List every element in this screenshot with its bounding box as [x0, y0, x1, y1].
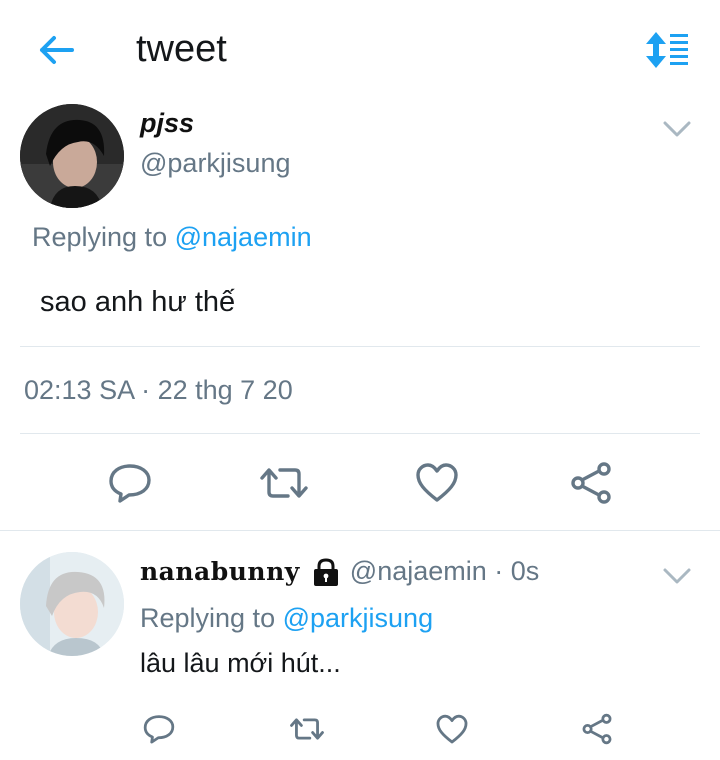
replying-to: Replying to @parkjisung — [140, 603, 433, 634]
avatar[interactable] — [20, 104, 124, 208]
like-button[interactable] — [433, 710, 471, 748]
user-handle[interactable]: @najaemin · 0s — [350, 556, 540, 587]
reply-icon — [109, 464, 151, 503]
avatar-photo — [20, 552, 124, 656]
arrow-left-icon — [40, 36, 74, 64]
top-bar: tweet — [0, 0, 720, 100]
reply-button[interactable] — [106, 460, 154, 506]
retweet-button[interactable] — [256, 460, 312, 506]
chevron-down-icon — [663, 568, 691, 584]
divider — [20, 346, 700, 347]
share-icon — [571, 462, 611, 504]
reply-button[interactable] — [140, 710, 178, 748]
avatar-photo — [20, 104, 124, 208]
like-button[interactable] — [412, 460, 462, 506]
page-title: tweet — [136, 28, 227, 70]
divider — [0, 530, 720, 531]
reply-icon — [143, 715, 175, 744]
retweet-icon — [290, 718, 324, 740]
retweet-icon — [260, 468, 308, 498]
tweet-menu-button[interactable] — [661, 117, 693, 141]
tweet-timestamp: 02:13 SA · 22 thg 7 20 — [24, 375, 293, 405]
mention-link[interactable]: @parkjisung — [283, 603, 433, 633]
retweet-button[interactable] — [287, 710, 327, 748]
replying-to: Replying to @najaemin — [32, 222, 312, 253]
mention-link[interactable]: @najaemin — [175, 222, 312, 252]
tweet-menu-button[interactable] — [661, 564, 693, 588]
tweet-text: lâu lâu mới hút... — [140, 648, 341, 678]
user-handle[interactable]: @parkjisung — [140, 148, 290, 179]
like-icon — [436, 714, 468, 743]
sort-button[interactable] — [644, 30, 692, 70]
divider — [20, 433, 700, 434]
reply-header: nanabunny @najaemin · 0s — [140, 556, 539, 587]
like-icon — [416, 463, 458, 502]
display-name[interactable]: pjss — [140, 108, 194, 139]
share-icon — [582, 713, 612, 745]
replying-to-label: Replying to — [32, 222, 168, 252]
share-button[interactable] — [578, 710, 616, 748]
replying-to-label: Replying to — [140, 603, 276, 633]
lock-icon — [313, 557, 338, 586]
sort-icon — [646, 32, 688, 68]
chevron-down-icon — [663, 121, 691, 137]
tweet-text: sao anh hư thế — [40, 286, 236, 318]
display-name[interactable]: nanabunny — [140, 557, 300, 586]
share-button[interactable] — [566, 460, 616, 506]
back-button[interactable] — [34, 30, 78, 70]
avatar[interactable] — [20, 552, 124, 656]
